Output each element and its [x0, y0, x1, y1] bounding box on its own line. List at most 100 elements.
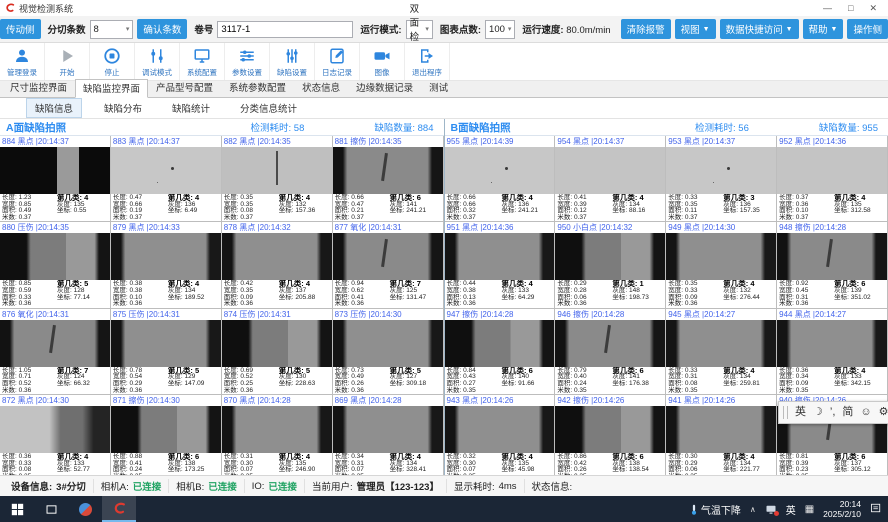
defect-image	[555, 233, 665, 280]
defect-cell[interactable]: 949 黑点 |20:14:30长度: 0.35宽度: 0.33面积: 0.09…	[666, 222, 777, 308]
meter-value: 米数: 0.36	[2, 388, 57, 395]
sub-tab-1[interactable]: 缺陷分布	[96, 99, 150, 117]
current-user-label: 当前用户:	[312, 479, 353, 493]
defect-cell[interactable]: 943 黑点 |20:14:26长度: 0.32宽度: 0.30面积: 0.07…	[445, 395, 556, 481]
play-button[interactable]: 开始	[45, 43, 90, 80]
defect-cell[interactable]: 878 黑点 |20:14:32长度: 0.42宽度: 0.35面积: 0.09…	[222, 222, 333, 308]
sub-tab-3[interactable]: 分类信息统计	[232, 99, 305, 117]
main-tab-6[interactable]: 测试	[421, 78, 456, 97]
input-language-indicator[interactable]: 英	[786, 502, 796, 517]
maximize-button[interactable]: □	[848, 3, 853, 14]
defect-cell[interactable]: 952 黑点 |20:14:36长度: 0.37宽度: 0.36面积: 0.10…	[777, 136, 888, 222]
ime-emoji-icon[interactable]: ☺	[860, 407, 871, 418]
defect-cell[interactable]: 954 黑点 |20:14:37长度: 0.41宽度: 0.39面积: 0.12…	[555, 136, 666, 222]
defect-image	[0, 147, 110, 194]
defect-cell[interactable]: 883 黑点 |20:14:37长度: 0.47宽度: 0.66面积: 0.19…	[111, 136, 222, 222]
sub-tab-2[interactable]: 缺陷统计	[164, 99, 218, 117]
defect-cell[interactable]: 869 黑点 |20:14:28长度: 0.34宽度: 0.31面积: 0.07…	[333, 395, 444, 481]
ime-lang-en[interactable]: 英	[795, 407, 806, 418]
defect-image	[666, 233, 776, 280]
main-tab-5[interactable]: 边缘数据记录	[348, 78, 421, 97]
defect-cell[interactable]: 877 氧化 |20:14:31长度: 0.94宽度: 0.62面积: 0.41…	[333, 222, 444, 308]
defect-cell[interactable]: 950 小白点 |20:14:32长度: 0.29宽度: 0.28面积: 0.0…	[555, 222, 666, 308]
ime-simplified[interactable]: 简	[842, 407, 853, 418]
main-tab-2[interactable]: 产品型号配置	[148, 78, 221, 97]
network-status-icon[interactable]	[765, 504, 777, 515]
display-time-label: 显示耗时:	[454, 479, 495, 493]
tray-overflow-chevron-icon[interactable]: ∧	[750, 505, 756, 514]
user-button[interactable]: 管理登录	[0, 43, 45, 80]
operate-side-button[interactable]: 操作侧	[847, 19, 888, 39]
camera-b-status: 已连接	[208, 479, 237, 493]
view-menu-button[interactable]: 视图▼	[675, 19, 716, 39]
defect-cell[interactable]: 882 黑点 |20:14:35长度: 0.35宽度: 0.35面积: 0.08…	[222, 136, 333, 222]
weather-widget[interactable]: 气温下降	[690, 502, 741, 517]
defect-cell[interactable]: 946 擦伤 |20:14:28长度: 0.79宽度: 0.40面积: 0.24…	[555, 309, 666, 395]
defect-cell[interactable]: 953 黑点 |20:14:37长度: 0.33宽度: 0.35面积: 0.11…	[666, 136, 777, 222]
stop-button[interactable]: 停止	[90, 43, 135, 80]
run-mode-select[interactable]: 双面检测 ▾	[406, 20, 433, 39]
defect-cell[interactable]: 876 氧化 |20:14:31长度: 1.05宽度: 0.71面积: 0.52…	[0, 309, 111, 395]
defect-cell[interactable]: 880 压伤 |20:14:35长度: 0.85宽度: 0.59面积: 0.33…	[0, 222, 111, 308]
sliders-h-button[interactable]: 参数设置	[225, 43, 270, 80]
windows-logo-icon	[11, 503, 24, 516]
defect-cell[interactable]: 947 擦伤 |20:14:28长度: 0.84宽度: 0.43面积: 0.27…	[445, 309, 556, 395]
sliders-v-button[interactable]: 缺陷设置	[270, 43, 315, 80]
monitor-button[interactable]: 系统配置	[180, 43, 225, 80]
sub-tab-0[interactable]: 缺陷信息	[26, 98, 82, 118]
minimize-button[interactable]: —	[823, 3, 832, 14]
main-tab-0[interactable]: 尺寸监控界面	[2, 78, 75, 97]
ime-floating-bar[interactable]: 英 ☽ ’, 简 ☺ ⚙	[778, 401, 888, 424]
main-tab-1[interactable]: 缺陷监控界面	[75, 79, 148, 98]
defect-metrics-left: 长度: 0.66宽度: 0.66面积: 0.32米数: 0.37	[447, 195, 502, 221]
drive-side-button[interactable]: 传动侧	[0, 19, 41, 39]
clear-alarm-button[interactable]: 清除报警	[621, 19, 671, 39]
notification-center-icon[interactable]	[870, 502, 882, 516]
defect-image	[222, 320, 332, 367]
defect-cell[interactable]: 872 黑点 |20:14:30长度: 0.36宽度: 0.33面积: 0.08…	[0, 395, 111, 481]
defect-cell-header: 872 黑点 |20:14:30	[0, 395, 110, 406]
title-bar: 视觉检测系统 — □ ✕	[0, 0, 888, 16]
log-button[interactable]: 日志记录	[315, 43, 360, 80]
touch-keyboard-icon[interactable]: ▦	[805, 504, 814, 515]
exit-button[interactable]: 退出程序	[405, 43, 450, 80]
current-user-value: 管理员【123-123】	[357, 479, 439, 493]
defect-cell[interactable]: 945 黑点 |20:14:27长度: 0.33宽度: 0.31面积: 0.08…	[666, 309, 777, 395]
defect-metrics-right: 第几类: 4灰度: 137坐标: 205.88	[279, 281, 330, 307]
ime-grip-handle[interactable]	[783, 406, 788, 419]
roll-number-input[interactable]	[217, 21, 353, 38]
defect-cell[interactable]: 941 黑点 |20:14:26长度: 0.30宽度: 0.29面积: 0.06…	[666, 395, 777, 481]
debug-button[interactable]: 调试模式	[135, 43, 180, 80]
defect-cell[interactable]: 881 擦伤 |20:14:35长度: 0.66宽度: 0.47面积: 0.21…	[333, 136, 444, 222]
ime-punctuation-icon[interactable]: ’,	[830, 407, 836, 418]
task-view-button[interactable]	[34, 496, 68, 522]
ime-moon-icon[interactable]: ☽	[813, 407, 823, 418]
main-tab-4[interactable]: 状态信息	[294, 78, 348, 97]
defect-cell-info: 长度: 0.41宽度: 0.39面积: 0.12米数: 0.37第几类: 4灰度…	[555, 194, 665, 221]
close-button[interactable]: ✕	[869, 3, 877, 14]
defect-cell[interactable]: 944 黑点 |20:14:27长度: 0.36宽度: 0.34面积: 0.09…	[777, 309, 888, 395]
chart-points-select[interactable]: 100 ▾	[485, 20, 515, 39]
defect-cell[interactable]: 942 擦伤 |20:14:26长度: 0.86宽度: 0.42面积: 0.26…	[555, 395, 666, 481]
camera-button[interactable]: 图像	[360, 43, 405, 80]
defect-cell[interactable]: 948 擦伤 |20:14:28长度: 0.92宽度: 0.45面积: 0.31…	[777, 222, 888, 308]
defect-cell[interactable]: 951 黑点 |20:14:36长度: 0.44宽度: 0.38面积: 0.13…	[445, 222, 556, 308]
defect-cell[interactable]: 874 压伤 |20:14:31长度: 0.69宽度: 0.52面积: 0.25…	[222, 309, 333, 395]
defect-cell[interactable]: 955 黑点 |20:14:39长度: 0.66宽度: 0.66面积: 0.32…	[445, 136, 556, 222]
defect-cell[interactable]: 873 压伤 |20:14:30长度: 0.73宽度: 0.49面积: 0.26…	[333, 309, 444, 395]
main-tab-3[interactable]: 系统参数配置	[221, 78, 294, 97]
slit-count-select[interactable]: 8 ▾	[90, 20, 134, 39]
taskbar-app-ime[interactable]	[68, 496, 102, 522]
start-button[interactable]	[0, 496, 34, 522]
defect-cell[interactable]: 879 黑点 |20:14:33长度: 0.38宽度: 0.38面积: 0.10…	[111, 222, 222, 308]
taskbar-clock[interactable]: 20:14 2025/2/10	[823, 499, 861, 519]
data-quick-access-button[interactable]: 数据快捷访问▼	[720, 19, 799, 39]
ime-settings-gear-icon[interactable]: ⚙	[879, 407, 888, 418]
defect-cell[interactable]: 871 擦伤 |20:14:30长度: 0.88宽度: 0.41面积: 0.24…	[111, 395, 222, 481]
defect-cell[interactable]: 875 压伤 |20:14:31长度: 0.78宽度: 0.54面积: 0.29…	[111, 309, 222, 395]
taskbar-app-inspection[interactable]	[102, 496, 136, 522]
confirm-count-button[interactable]: 确认条数	[137, 19, 187, 39]
help-menu-button[interactable]: 帮助▼	[803, 19, 844, 39]
defect-cell[interactable]: 884 黑点 |20:14:37长度: 1.23宽度: 0.85面积: 0.49…	[0, 136, 111, 222]
defect-cell[interactable]: 870 黑点 |20:14:28长度: 0.31宽度: 0.30面积: 0.07…	[222, 395, 333, 481]
